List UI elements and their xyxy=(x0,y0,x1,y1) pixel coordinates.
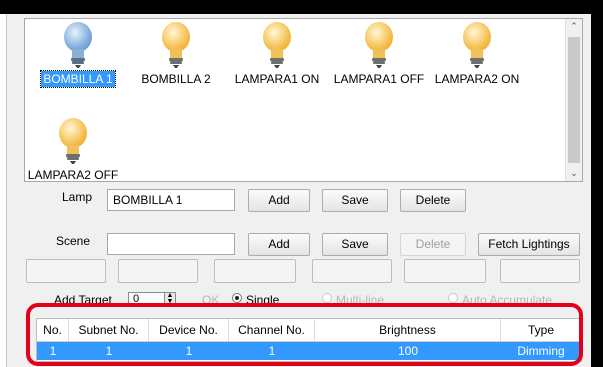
scene-save-button[interactable]: Save xyxy=(322,233,388,256)
lamp-list-scrollbar[interactable]: ⌃ ⌄ xyxy=(565,19,582,181)
cell-no: 1 xyxy=(49,344,57,358)
auto-accumulate-radio[interactable] xyxy=(448,293,458,303)
lamp-label: BOMBILLA 2 xyxy=(141,72,211,86)
table-row[interactable]: 1 1 1 1 100 Dimming xyxy=(37,342,581,360)
scene-field-label: Scene xyxy=(56,234,91,248)
lamp-item-lampara1-off[interactable]: LAMPARA1 OFF xyxy=(329,21,429,87)
lamp-item-lampara2-on[interactable]: LAMPARA2 ON xyxy=(429,21,525,87)
column-header-no[interactable]: No. xyxy=(37,319,69,341)
lamp-label: LAMPARA1 ON xyxy=(234,72,320,86)
single-radio[interactable] xyxy=(232,293,242,303)
cell-channel: 1 xyxy=(268,344,276,358)
bulb-yellow-icon xyxy=(463,22,491,68)
scroll-down-arrow-icon[interactable]: ⌄ xyxy=(566,168,582,179)
lamp-add-button[interactable]: Add xyxy=(248,189,310,212)
lamp-label: LAMPARA1 OFF xyxy=(333,72,425,86)
bulb-yellow-icon xyxy=(59,118,87,164)
target-spinner-arrows-icon[interactable]: ▲ ▼ xyxy=(164,292,176,305)
column-header-device[interactable]: Device No. xyxy=(149,319,229,341)
bulb-yellow-icon xyxy=(263,22,291,68)
column-header-brightness[interactable]: Brightness xyxy=(315,319,501,341)
column-header-type[interactable]: Type xyxy=(501,319,581,341)
lamp-list[interactable]: BOMBILLA 1 BOMBILLA 2 LAMPARA1 ON LAMPAR… xyxy=(24,18,583,182)
scroll-up-arrow-icon[interactable]: ⌃ xyxy=(566,21,582,32)
scene-delete-button[interactable]: Delete xyxy=(400,233,466,256)
single-radio-label: Single xyxy=(246,293,280,305)
scene-add-button[interactable]: Add xyxy=(248,233,310,256)
cell-type: Dimming xyxy=(517,344,565,358)
ok-button[interactable]: OK xyxy=(202,293,219,305)
auto-accumulate-radio-label: Auto Accumulate xyxy=(462,293,553,305)
lamp-label: LAMPARA2 OFF xyxy=(27,168,119,182)
table-header: No. Subnet No. Device No. Channel No. Br… xyxy=(37,319,581,342)
scene-slot-button[interactable] xyxy=(500,259,580,283)
scene-slot-button[interactable] xyxy=(214,259,296,283)
lamp-item-bombilla-1[interactable]: BOMBILLA 1 xyxy=(33,21,123,88)
lamp-label: BOMBILLA 1 xyxy=(40,70,116,88)
add-target-row: Add Target 0 ▲ ▼ OK Single Multi-line Aut… xyxy=(0,291,585,305)
column-header-channel[interactable]: Channel No. xyxy=(229,319,315,341)
scrollbar-thumb[interactable] xyxy=(568,37,580,163)
lamp-item-lampara1-on[interactable]: LAMPARA1 ON xyxy=(229,21,325,87)
lamp-name-input[interactable]: BOMBILLA 1 xyxy=(107,189,235,211)
scene-slot-button[interactable] xyxy=(118,259,198,283)
column-header-subnet[interactable]: Subnet No. xyxy=(69,319,149,341)
scene-slot-button[interactable] xyxy=(404,259,486,283)
cell-brightness: 100 xyxy=(397,344,419,358)
targets-table: No. Subnet No. Device No. Channel No. Br… xyxy=(36,318,582,362)
lamp-item-bombilla-2[interactable]: BOMBILLA 2 xyxy=(131,21,221,87)
window-top-edge xyxy=(0,0,603,14)
add-target-label: Add Target xyxy=(54,293,112,305)
multi-line-radio[interactable] xyxy=(322,293,332,303)
scene-slot-button[interactable] xyxy=(26,259,106,283)
bulb-blue-icon xyxy=(64,22,92,68)
scene-slot-button[interactable] xyxy=(312,259,392,283)
fetch-lightings-button[interactable]: Fetch Lightings xyxy=(478,233,580,256)
lamp-save-button[interactable]: Save xyxy=(322,189,388,212)
window-right-edge xyxy=(591,14,603,367)
bulb-yellow-icon xyxy=(162,22,190,68)
cell-device: 1 xyxy=(185,344,193,358)
scene-name-input[interactable] xyxy=(107,233,235,255)
multi-line-radio-label: Multi-line xyxy=(336,293,385,305)
lamp-label: LAMPARA2 ON xyxy=(434,72,520,86)
bulb-yellow-icon xyxy=(365,22,393,68)
lamp-item-lampara2-off[interactable]: LAMPARA2 OFF xyxy=(25,117,121,183)
cell-subnet: 1 xyxy=(105,344,113,358)
lamp-field-label: Lamp xyxy=(62,190,93,204)
lamp-delete-button[interactable]: Delete xyxy=(400,189,466,212)
